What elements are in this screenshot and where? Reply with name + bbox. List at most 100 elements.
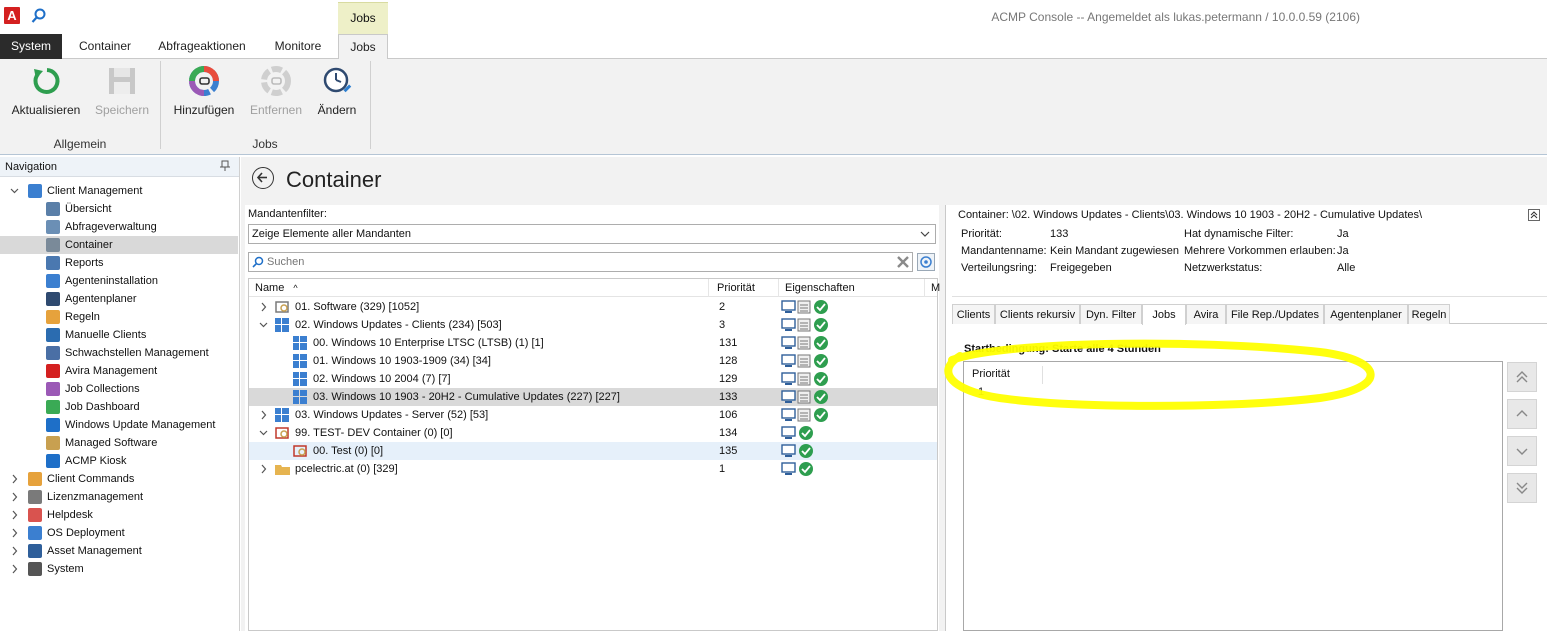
windows-icon: [293, 354, 307, 368]
nav-item-acmp-kiosk[interactable]: ACMP Kiosk: [0, 452, 238, 470]
page-title: Container: [286, 167, 382, 192]
check-icon: [799, 444, 813, 458]
report-icon: [46, 256, 60, 270]
tab-clients-rekursiv[interactable]: Clients rekursiv: [995, 304, 1080, 324]
tab-regeln[interactable]: Regeln: [1408, 304, 1450, 324]
col-name-header[interactable]: Name ^: [249, 279, 709, 297]
expand-chevron-down-icon[interactable]: [259, 424, 268, 442]
col-properties-header[interactable]: Eigenschaften: [779, 279, 925, 297]
arrow-left-icon: [256, 172, 267, 183]
dashboard-icon: [46, 400, 60, 414]
search-options-icon[interactable]: [917, 253, 935, 271]
expand-chevron-right-icon[interactable]: [259, 406, 268, 424]
expand-chevron-right-icon[interactable]: [10, 560, 19, 578]
nav-item-job-collections[interactable]: Job Collections: [0, 380, 238, 398]
change-button[interactable]: Ändern: [312, 65, 362, 117]
tab-avira[interactable]: Avira: [1186, 304, 1226, 324]
refresh-button[interactable]: Aktualisieren: [8, 65, 84, 117]
tree-row[interactable]: 02. Windows Updates - Clients (234) [503…: [249, 316, 937, 334]
add-button[interactable]: Hinzufügen: [170, 65, 238, 117]
app-logo[interactable]: A: [4, 7, 20, 24]
nav-item-abfrageverwaltung[interactable]: Abfrageverwaltung: [0, 218, 238, 236]
tab-container[interactable]: Container: [70, 34, 140, 59]
jobs-grid-col-priority[interactable]: Priorität: [972, 368, 1010, 380]
nav-item-label: Container: [65, 239, 113, 251]
col-priority-header[interactable]: Priorität: [711, 279, 779, 297]
nav-item-agentenplaner[interactable]: Agentenplaner: [0, 290, 238, 308]
search-input[interactable]: [267, 253, 887, 271]
save-button[interactable]: Speichern: [92, 65, 152, 117]
nav-item-os-deployment[interactable]: OS Deployment: [0, 524, 238, 542]
nav-item-regeln[interactable]: Regeln: [0, 308, 238, 326]
tree-row[interactable]: pcelectric.at (0) [329] 1: [249, 460, 937, 478]
nav-item-system[interactable]: System: [0, 560, 238, 578]
jobs-grid-cell[interactable]: 1: [978, 386, 984, 398]
expand-chevron-right-icon[interactable]: [259, 298, 268, 316]
tree-row[interactable]: 00. Windows 10 Enterprise LTSC (LTSB) (1…: [249, 334, 937, 352]
check-icon: [799, 462, 813, 476]
tree-row[interactable]: 99. TEST- DEV Container (0) [0] 134: [249, 424, 937, 442]
kiosk-icon: [46, 454, 60, 468]
col-m-header[interactable]: M: [925, 279, 940, 297]
move-bottom-button[interactable]: [1507, 473, 1537, 503]
expand-chevron-right-icon[interactable]: [10, 524, 19, 542]
nav-item-client-commands[interactable]: Client Commands: [0, 470, 238, 488]
nav-item-helpdesk[interactable]: Helpdesk: [0, 506, 238, 524]
nav-item-avira[interactable]: Avira Management: [0, 362, 238, 380]
back-button[interactable]: [252, 167, 274, 189]
refresh-icon: [30, 65, 62, 97]
tab-dyn-filter[interactable]: Dyn. Filter: [1080, 304, 1142, 324]
tree-row-name: 00. Windows 10 Enterprise LTSC (LTSB) (1…: [313, 337, 544, 349]
tree-row[interactable]: 03. Windows 10 1903 - 20H2 - Cumulative …: [249, 388, 937, 406]
nav-item-container[interactable]: Container: [0, 236, 238, 254]
mandanten-filter-select[interactable]: Zeige Elemente aller Mandanten: [248, 224, 936, 244]
nav-item-reports[interactable]: Reports: [0, 254, 238, 272]
clock-icon: [46, 292, 60, 306]
nav-item-managed-software[interactable]: Managed Software: [0, 434, 238, 452]
shield-icon: [46, 346, 60, 360]
tab-jobs-detail[interactable]: Jobs: [1142, 304, 1186, 325]
nav-item-lizenzmanagement[interactable]: Lizenzmanagement: [0, 488, 238, 506]
nav-item-schwachstellen[interactable]: Schwachstellen Management: [0, 344, 238, 362]
tree-row[interactable]: 01. Software (329) [1052] 2: [249, 298, 937, 316]
expand-chevron-right-icon[interactable]: [10, 470, 19, 488]
tree-row[interactable]: 01. Windows 10 1903-1909 (34) [34] 128: [249, 352, 937, 370]
search-icon[interactable]: [31, 8, 47, 24]
nav-item-manuelle-clients[interactable]: Manuelle Clients: [0, 326, 238, 344]
tab-clients[interactable]: Clients: [952, 304, 995, 324]
remove-button[interactable]: Entfernen: [246, 65, 306, 117]
mandanten-filter-value: Zeige Elemente aller Mandanten: [252, 228, 411, 240]
move-down-button[interactable]: [1507, 436, 1537, 466]
expand-chevron-right-icon[interactable]: [259, 460, 268, 478]
nav-item-uebersicht[interactable]: Übersicht: [0, 200, 238, 218]
expand-chevron-right-icon[interactable]: [10, 542, 19, 560]
expand-chevron-right-icon[interactable]: [10, 488, 19, 506]
nav-item-agenteninstallation[interactable]: Agenteninstallation: [0, 272, 238, 290]
tree-row-name: 03. Windows 10 1903 - 20H2 - Cumulative …: [313, 391, 620, 403]
pin-icon[interactable]: [219, 160, 231, 172]
tab-abfrageaktionen[interactable]: Abfrageaktionen: [150, 34, 254, 59]
tab-system[interactable]: System: [0, 34, 62, 59]
expand-chevron-down-icon[interactable]: [259, 316, 268, 334]
tab-agentenplaner[interactable]: Agentenplaner: [1324, 304, 1408, 324]
check-icon: [814, 408, 828, 422]
nav-item-label: Asset Management: [47, 545, 142, 557]
cube-icon: [46, 328, 60, 342]
collapse-icon[interactable]: [1528, 209, 1540, 221]
nav-item-client-management[interactable]: Client Management: [0, 182, 238, 200]
nav-item-windows-update[interactable]: Windows Update Management: [0, 416, 238, 434]
rules-icon: [46, 310, 60, 324]
expand-chevron-right-icon[interactable]: [10, 506, 19, 524]
tab-monitore[interactable]: Monitore: [262, 34, 334, 59]
tree-row[interactable]: 02. Windows 10 2004 (7) [7] 129: [249, 370, 937, 388]
move-top-button[interactable]: [1507, 362, 1537, 392]
tab-file-rep-updates[interactable]: File Rep./Updates: [1226, 304, 1324, 324]
nav-item-job-dashboard[interactable]: Job Dashboard: [0, 398, 238, 416]
clear-search-icon[interactable]: [896, 255, 910, 269]
tree-row[interactable]: 03. Windows Updates - Server (52) [53] 10…: [249, 406, 937, 424]
move-up-button[interactable]: [1507, 399, 1537, 429]
tree-row[interactable]: 00. Test (0) [0] 135: [249, 442, 937, 460]
nav-item-asset-management[interactable]: Asset Management: [0, 542, 238, 560]
tab-jobs[interactable]: Jobs: [338, 34, 388, 60]
expand-chevron-down-icon[interactable]: [10, 182, 19, 200]
